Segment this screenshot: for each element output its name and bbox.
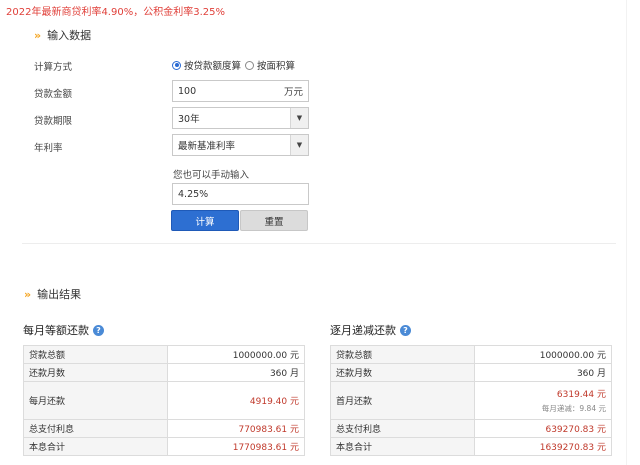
table-row: 贷款总额 1000000.00 元 [23, 345, 305, 364]
table-row: 还款月数 360 月 [23, 363, 305, 382]
table-cell-label: 本息合计 [23, 437, 168, 456]
table-cell-label: 每月还款 [23, 381, 168, 420]
table-cell-value: 360 月 [167, 363, 305, 382]
radio-unselected-icon[interactable] [245, 60, 255, 70]
equal-payment-table: 贷款总额 1000000.00 元 还款月数 360 月 每月还款 4919.4… [23, 345, 305, 456]
radio-by-loan-amount-label[interactable]: 按贷款额度算 [184, 58, 241, 72]
table-cell-value: 770983.61 元 [167, 419, 305, 438]
rate-label: 年利率 [34, 143, 63, 154]
input-section-title: » 输入数据 [34, 27, 91, 43]
equal-payment-label: 每月等额还款 [23, 324, 89, 337]
input-section-label: 输入数据 [47, 29, 92, 42]
first-month-payment: 6319.44 元 [556, 390, 606, 400]
calc-method-label: 计算方式 [34, 62, 73, 73]
table-row: 总支付利息 639270.83 元 [330, 419, 612, 438]
radio-selected-icon[interactable] [172, 60, 181, 70]
table-row: 每月还款 4919.40 元 [23, 381, 305, 420]
reset-button[interactable]: 重置 [240, 210, 308, 231]
double-chevron-right-icon: » [34, 28, 42, 42]
loan-term-select[interactable]: 30年 ▼ [172, 107, 309, 129]
table-cell-value: 360 月 [474, 363, 612, 382]
loan-amount-input[interactable]: 100 万元 [172, 80, 309, 102]
manual-rate-value[interactable]: 4.25% [178, 189, 208, 200]
rate-select[interactable]: 最新基准利率 ▼ [172, 134, 309, 156]
double-chevron-right-icon: » [24, 287, 32, 301]
table-cell-value: 1000000.00 元 [167, 345, 305, 364]
table-row: 本息合计 1770983.61 元 [23, 437, 305, 456]
table-cell-label: 还款月数 [330, 363, 475, 382]
table-cell-value-with-note: 6319.44 元 每月递减：9.84 元 [474, 381, 612, 420]
radio-by-area-label[interactable]: 按面积算 [257, 58, 295, 72]
radio-by-area[interactable]: 按面积算 [245, 58, 295, 72]
table-row: 总支付利息 770983.61 元 [23, 419, 305, 438]
loan-amount-value[interactable]: 100 [178, 86, 196, 97]
table-row: 本息合计 1639270.83 元 [330, 437, 612, 456]
triangle-down-icon[interactable]: ▼ [290, 108, 308, 128]
question-circle-icon[interactable]: ? [93, 324, 104, 336]
table-cell-label: 本息合计 [330, 437, 475, 456]
table-row: 贷款总额 1000000.00 元 [330, 345, 612, 364]
table-cell-value: 4919.40 元 [167, 381, 305, 420]
monthly-decrease-note: 每月递减：9.84 元 [541, 404, 606, 413]
radio-by-loan-amount[interactable]: 按贷款额度算 [172, 58, 241, 72]
table-cell-label: 还款月数 [23, 363, 168, 382]
decreasing-payment-table: 贷款总额 1000000.00 元 还款月数 360 月 首月还款 6319.4… [330, 345, 612, 456]
question-circle-icon[interactable]: ? [400, 324, 411, 336]
table-cell-value: 1639270.83 元 [474, 437, 612, 456]
decreasing-payment-label: 逐月递减还款 [330, 324, 396, 337]
table-cell-label: 贷款总额 [330, 345, 475, 364]
loan-amount-label: 贷款金额 [34, 89, 73, 100]
table-cell-label: 首月还款 [330, 381, 475, 420]
calc-method-radio-group: 按贷款额度算 按面积算 [172, 58, 299, 72]
table-cell-value: 1770983.61 元 [167, 437, 305, 456]
table-cell-label: 总支付利息 [330, 419, 475, 438]
output-section-label: 输出结果 [37, 288, 82, 301]
triangle-down-icon[interactable]: ▼ [290, 135, 308, 155]
manual-input-hint: 您也可以手动输入 [173, 170, 250, 181]
decreasing-payment-title: 逐月递减还款 ? [330, 322, 411, 338]
table-cell-value: 639270.83 元 [474, 419, 612, 438]
loan-term-label: 贷款期限 [34, 116, 73, 127]
calculate-button[interactable]: 计算 [171, 210, 239, 231]
table-row: 首月还款 6319.44 元 每月递减：9.84 元 [330, 381, 612, 420]
loan-amount-unit: 万元 [283, 87, 303, 98]
rate-select-value[interactable]: 最新基准利率 [178, 138, 235, 152]
section-divider [22, 243, 616, 244]
loan-term-value[interactable]: 30年 [178, 111, 200, 125]
manual-rate-input[interactable]: 4.25% [172, 183, 309, 205]
page-right-border [626, 0, 627, 465]
table-row: 还款月数 360 月 [330, 363, 612, 382]
table-cell-label: 总支付利息 [23, 419, 168, 438]
output-section-title: » 输出结果 [24, 286, 81, 302]
table-cell-value: 1000000.00 元 [474, 345, 612, 364]
equal-payment-title: 每月等额还款 ? [23, 322, 104, 338]
table-cell-label: 贷款总额 [23, 345, 168, 364]
rate-notice: 2022年最新商贷利率4.90%，公积金利率3.25% [6, 7, 225, 18]
